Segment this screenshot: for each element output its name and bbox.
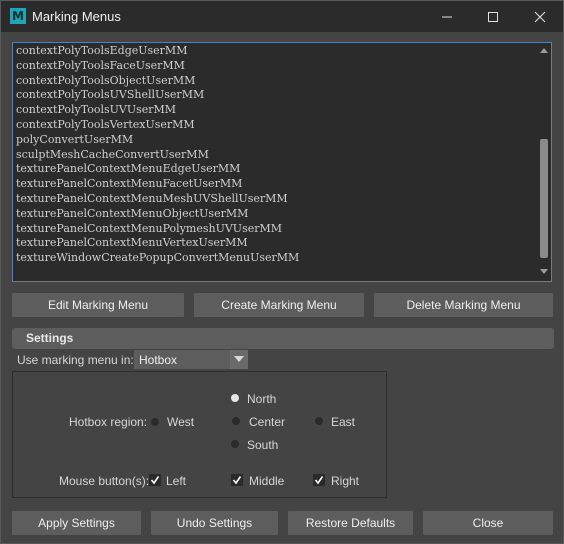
list-item[interactable]: texturePanelContextMenuVertexUserMM [16,236,536,251]
maya-app-icon: M [10,8,26,24]
edit-marking-menu-button[interactable]: Edit Marking Menu [12,293,184,317]
window-title: Marking Menus [32,9,121,24]
marking-menu-items: contextPolyToolsEdgeUserMM contextPolyToo… [16,44,536,266]
title-bar[interactable]: M Marking Menus [1,1,563,32]
checkmark-icon [314,476,324,485]
settings-header-label: Settings [26,331,74,345]
radio-west[interactable] [151,418,159,426]
scroll-up-icon [540,48,548,53]
right-button-label[interactable]: Right [331,474,359,488]
settings-section-header[interactable]: Settings [12,328,554,349]
middle-button-label[interactable]: Middle [249,474,284,488]
close-window-button[interactable] [517,1,563,32]
chevron-down-icon [234,356,244,362]
list-item[interactable]: contextPolyToolsUVUserMM [16,103,536,118]
minimize-button[interactable] [424,1,470,32]
maximize-icon [488,12,498,22]
list-item[interactable]: texturePanelContextMenuPolymeshUVUserMM [16,222,536,237]
radio-center[interactable] [232,417,240,425]
right-button-checkbox[interactable] [313,474,325,486]
scroll-thumb[interactable] [540,139,548,258]
restore-defaults-button[interactable]: Restore Defaults [288,511,413,535]
radio-east-label[interactable]: East [331,415,355,429]
left-button-label[interactable]: Left [166,474,186,488]
use-marking-menu-label: Use marking menu in: [17,353,134,367]
dropdown-arrow[interactable] [230,350,248,369]
list-item[interactable]: texturePanelContextMenuFacetUserMM [16,177,536,192]
radio-south-label[interactable]: South [247,438,278,452]
scroll-down-icon [540,269,548,274]
radio-east[interactable] [315,417,323,425]
list-item[interactable]: texturePanelContextMenuMeshUVShellUserMM [16,192,536,207]
checkmark-icon [150,476,160,485]
radio-west-label[interactable]: West [167,415,194,429]
maximize-button[interactable] [470,1,516,32]
list-item[interactable]: contextPolyToolsVertexUserMM [16,118,536,133]
close-icon [534,11,546,23]
marking-menus-window: M Marking Menus contextPolyToolsEdgeUser… [0,0,564,544]
list-item[interactable]: contextPolyToolsUVShellUserMM [16,88,536,103]
middle-button-checkbox[interactable] [231,474,243,486]
minimize-icon [442,16,452,18]
list-item[interactable]: polyConvertUserMM [16,133,536,148]
close-button[interactable]: Close [423,511,553,535]
radio-north-label[interactable]: North [247,392,276,406]
left-button-checkbox[interactable] [149,474,161,486]
list-scrollbar[interactable] [537,43,551,281]
list-item[interactable]: contextPolyToolsObjectUserMM [16,74,536,89]
hotbox-region-label: Hotbox region: [69,415,148,429]
use-marking-menu-dropdown[interactable]: Hotbox [134,350,248,369]
list-item[interactable]: contextPolyToolsEdgeUserMM [16,44,536,59]
checkmark-icon [232,476,242,485]
list-item[interactable]: textureWindowCreatePopupConvertMenuUserM… [16,251,536,266]
radio-center-label[interactable]: Center [249,415,285,429]
dropdown-value: Hotbox [139,353,178,367]
marking-menu-list[interactable]: contextPolyToolsEdgeUserMM contextPolyToo… [12,42,552,282]
list-item[interactable]: contextPolyToolsFaceUserMM [16,59,536,74]
list-item[interactable]: sculptMeshCacheConvertUserMM [16,148,536,163]
list-item[interactable]: texturePanelContextMenuEdgeUserMM [16,162,536,177]
create-marking-menu-button[interactable]: Create Marking Menu [194,293,364,317]
delete-marking-menu-button[interactable]: Delete Marking Menu [374,293,553,317]
list-item[interactable]: texturePanelContextMenuObjectUserMM [16,207,536,222]
apply-settings-button[interactable]: Apply Settings [12,511,141,535]
radio-north[interactable] [231,394,239,402]
undo-settings-button[interactable]: Undo Settings [151,511,278,535]
radio-south[interactable] [231,440,239,448]
mouse-buttons-label: Mouse button(s): [59,474,150,488]
